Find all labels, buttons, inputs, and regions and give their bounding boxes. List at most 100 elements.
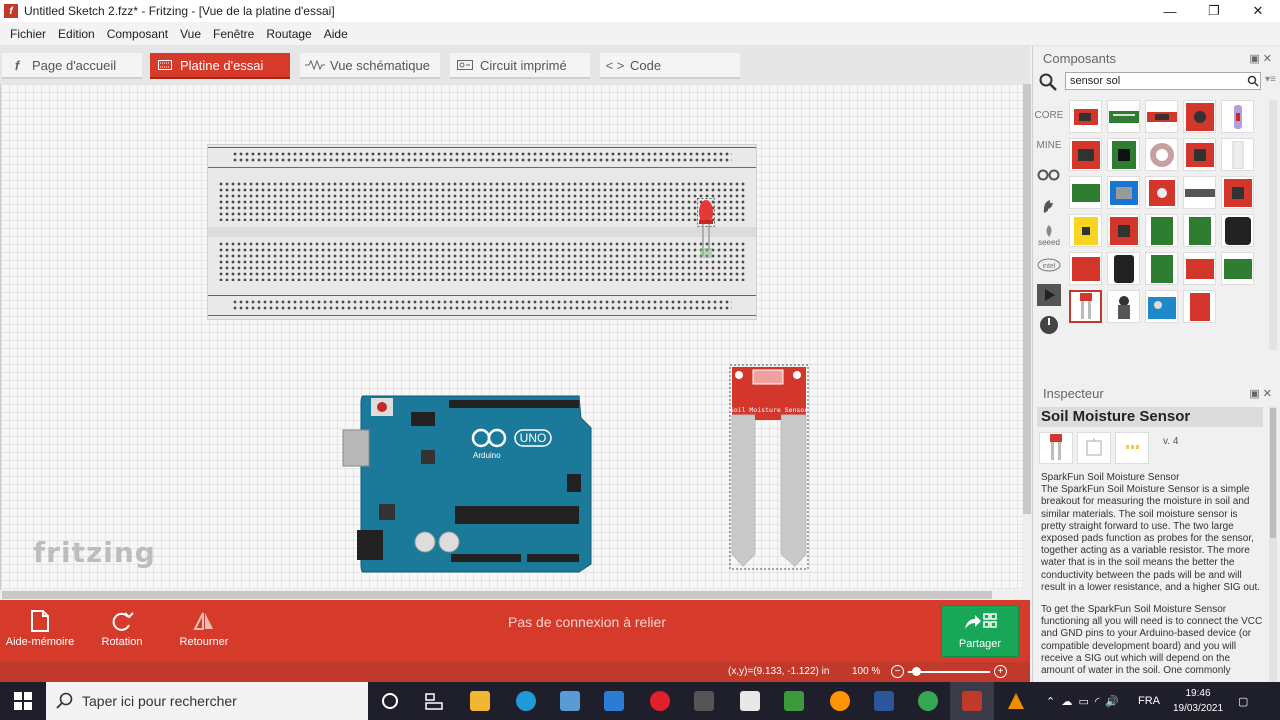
menu-routage[interactable]: Routage xyxy=(260,27,317,41)
part-result-selected-soil-moisture[interactable] xyxy=(1069,290,1102,323)
parts-results-scrollbar[interactable] xyxy=(1269,100,1277,350)
language-indicator[interactable]: FRA xyxy=(1138,682,1160,720)
part-result[interactable] xyxy=(1221,252,1254,285)
pcb-icon xyxy=(454,58,476,73)
menu-aide[interactable]: Aide xyxy=(318,27,354,41)
tab-code[interactable]: < > Code xyxy=(600,53,740,79)
red-led[interactable] xyxy=(697,198,715,258)
part-result[interactable] xyxy=(1069,252,1102,285)
part-result[interactable] xyxy=(1183,138,1216,171)
arduino-uno-board[interactable]: UNO Arduino xyxy=(341,394,593,574)
part-result[interactable] xyxy=(1183,252,1216,285)
canvas-horizontal-scrollbar[interactable] xyxy=(0,590,1022,600)
part-result[interactable] xyxy=(1145,100,1178,133)
menu-vue[interactable]: Vue xyxy=(174,27,207,41)
part-result[interactable] xyxy=(1221,138,1254,171)
part-result[interactable] xyxy=(1145,138,1178,171)
part-result[interactable] xyxy=(1183,214,1216,247)
part-result[interactable] xyxy=(1183,290,1216,323)
task-view-icon[interactable] xyxy=(412,682,456,720)
breadboard[interactable] xyxy=(207,144,757,320)
part-result[interactable] xyxy=(1145,290,1178,323)
maximize-button[interactable]: ❐ xyxy=(1192,0,1236,22)
bin-mine[interactable]: MINE xyxy=(1033,130,1065,160)
word-icon[interactable] xyxy=(862,682,906,720)
part-result[interactable] xyxy=(1069,100,1102,133)
part-result[interactable] xyxy=(1107,100,1140,133)
breadboard-canvas[interactable]: UNO Arduino Soil Moisture Sensor fritzin… xyxy=(0,84,1022,600)
system-tray-icons[interactable]: ⌃ ☁ ▭ ◜ 🔊 xyxy=(1046,682,1119,720)
zoom-in-button[interactable]: + xyxy=(994,665,1007,678)
start-button[interactable] xyxy=(0,682,46,720)
tab-pcb[interactable]: Circuit imprimé xyxy=(450,53,590,79)
calculator-icon[interactable] xyxy=(682,682,726,720)
part-result[interactable] xyxy=(1145,252,1178,285)
taskbar-search-box[interactable]: Taper ici pour rechercher xyxy=(46,682,368,720)
tab-schematic[interactable]: Vue schématique xyxy=(300,53,440,79)
bin-dial-icon[interactable] xyxy=(1033,310,1065,340)
flip-label: Retourner xyxy=(179,636,229,648)
parts-search-input[interactable]: sensor sol xyxy=(1065,72,1261,90)
menu-fichier[interactable]: Fichier xyxy=(4,27,52,41)
cortana-icon[interactable] xyxy=(368,682,412,720)
notes-button[interactable]: Aide-mémoire xyxy=(0,606,80,656)
canvas-vertical-scrollbar[interactable] xyxy=(1022,84,1032,600)
bin-core[interactable]: CORE xyxy=(1033,100,1065,130)
inspector-scrollbar[interactable] xyxy=(1269,406,1277,682)
part-result[interactable] xyxy=(1221,214,1254,247)
clock-date: 19/03/2021 xyxy=(1172,703,1224,714)
bin-seeed-icon[interactable]: seeed xyxy=(1033,220,1065,250)
part-result[interactable] xyxy=(1069,214,1102,247)
routing-status-message: Pas de connexion à relier xyxy=(508,614,666,630)
bin-play-icon[interactable] xyxy=(1033,280,1065,310)
edge-browser-icon[interactable] xyxy=(504,682,548,720)
part-result[interactable] xyxy=(1221,100,1254,133)
part-result[interactable] xyxy=(1107,138,1140,171)
window-title: Untitled Sketch 2.fzz* - Fritzing - [Vue… xyxy=(24,4,335,18)
file-explorer-icon[interactable] xyxy=(458,682,502,720)
tab-breadboard[interactable]: Platine d'essai xyxy=(150,53,290,79)
mail-icon[interactable] xyxy=(592,682,636,720)
part-result[interactable] xyxy=(1145,214,1178,247)
part-result[interactable] xyxy=(1183,100,1216,133)
vlc-icon[interactable] xyxy=(994,682,1038,720)
project-app-icon[interactable] xyxy=(772,682,816,720)
inspector-panel-controls[interactable]: ▣ ✕ xyxy=(1249,387,1272,400)
part-result[interactable] xyxy=(1145,176,1178,209)
printer-icon[interactable] xyxy=(728,682,772,720)
part-result[interactable] xyxy=(1221,176,1254,209)
components-panel-controls[interactable]: ▣ ✕ xyxy=(1249,52,1272,65)
opera-icon[interactable] xyxy=(638,682,682,720)
rotate-button[interactable]: Rotation xyxy=(82,606,162,656)
part-result[interactable] xyxy=(1107,176,1140,209)
bin-sparkfun-icon[interactable] xyxy=(1033,190,1065,220)
store-icon[interactable] xyxy=(548,682,592,720)
bin-intel-icon[interactable]: intel xyxy=(1033,250,1065,280)
soil-moisture-sensor[interactable]: Soil Moisture Sensor xyxy=(729,364,809,570)
bin-menu-icon[interactable]: ▾≡ xyxy=(1265,74,1276,85)
bin-arduino-icon[interactable] xyxy=(1033,160,1065,190)
search-submit-icon[interactable] xyxy=(1247,75,1259,87)
menu-fenetre[interactable]: Fenêtre xyxy=(207,27,260,41)
minimize-button[interactable]: — xyxy=(1148,0,1192,22)
firefox-icon[interactable] xyxy=(818,682,862,720)
part-result[interactable] xyxy=(1069,176,1102,209)
part-result[interactable] xyxy=(1183,176,1216,209)
zoom-out-button[interactable]: − xyxy=(891,665,904,678)
menu-composant[interactable]: Composant xyxy=(101,27,174,41)
f-icon: f xyxy=(14,57,20,73)
tab-home[interactable]: f Page d'accueil xyxy=(2,53,142,79)
part-result[interactable] xyxy=(1107,252,1140,285)
part-result[interactable] xyxy=(1069,138,1102,171)
part-result[interactable] xyxy=(1107,290,1140,323)
fritzing-taskbar-icon[interactable] xyxy=(950,682,994,720)
part-result[interactable] xyxy=(1107,214,1140,247)
zoom-slider-handle[interactable] xyxy=(912,667,921,676)
menu-edition[interactable]: Edition xyxy=(52,27,101,41)
close-button[interactable]: ✕ xyxy=(1236,0,1280,22)
taskbar-clock[interactable]: 19:46 19/03/2021 xyxy=(1170,686,1226,716)
notifications-icon[interactable]: ▢ xyxy=(1238,682,1248,720)
share-button[interactable]: Partager xyxy=(941,605,1019,657)
chrome-icon[interactable] xyxy=(906,682,950,720)
flip-button[interactable]: Retourner xyxy=(164,606,244,656)
